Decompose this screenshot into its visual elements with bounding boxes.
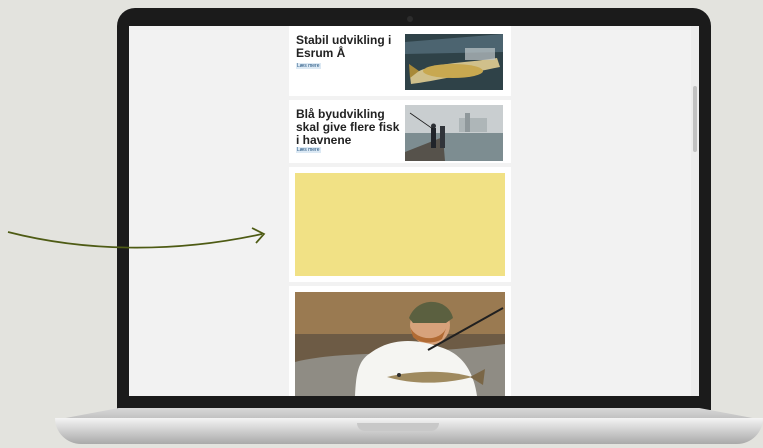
browser-screen: Stabil udvikling i Esrum Å Læs mere Blå … [129,26,699,396]
fish-on-net-image [405,34,503,90]
news-card-title[interactable]: Blå byudvikling skal give flere fisk i h… [296,108,400,147]
news-card[interactable]: Blå byudvikling skal give flere fisk i h… [289,100,511,163]
angler-holding-trout-image [295,292,505,396]
laptop-bezel: Stabil udvikling i Esrum Å Læs mere Blå … [117,8,711,410]
feature-photo[interactable] [295,292,505,396]
news-column: Stabil udvikling i Esrum Å Læs mere Blå … [289,26,511,396]
feature-photo-card[interactable] [289,286,511,396]
harbor-anglers-image [405,105,503,161]
ad-placeholder[interactable] [295,173,505,276]
pointer-arrow-icon [7,227,266,249]
laptop-base [55,418,763,444]
news-card-image[interactable] [405,105,503,161]
ad-banner[interactable] [289,167,511,282]
news-card[interactable]: Stabil udvikling i Esrum Å Læs mere [289,26,511,96]
read-more-link[interactable]: Læs mere [296,147,321,153]
camera-icon [407,16,413,22]
news-card-image[interactable] [405,34,503,90]
scrollbar-thumb[interactable] [693,86,697,152]
news-card-title[interactable]: Stabil udvikling i Esrum Å [296,34,400,60]
read-more-link[interactable]: Læs mere [296,63,321,69]
vertical-scrollbar[interactable] [691,26,699,396]
laptop-opening-notch [357,423,439,431]
